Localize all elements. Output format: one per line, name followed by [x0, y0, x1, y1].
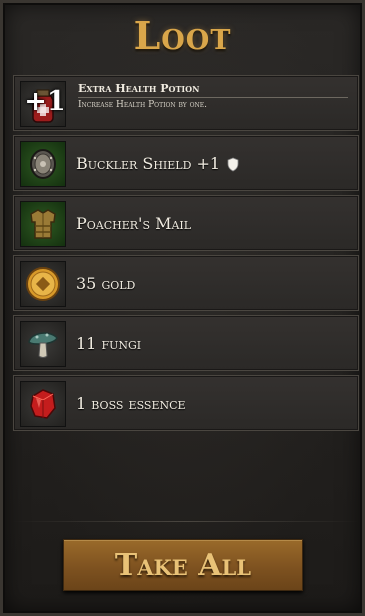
take-all-button[interactable]: Take All: [63, 539, 303, 591]
footer-divider: [13, 521, 359, 522]
poachers-mail-label: Poacher's Mail: [76, 214, 192, 233]
shield-icon: [227, 157, 239, 172]
fungi-label: 11 fungi: [76, 334, 142, 353]
perk-badge: +1: [24, 86, 66, 117]
perk-name: Extra Health Potion: [78, 82, 200, 95]
perk-description: Increase Health Potion by one.: [78, 100, 208, 110]
loot-item-buckler-shield[interactable]: Buckler Shield +1: [13, 135, 359, 191]
perk-divider: [78, 97, 348, 98]
buckler-shield-icon: [20, 141, 66, 187]
buckler-shield-label: Buckler Shield +1: [76, 154, 221, 173]
loot-list: +1 Extra Health Potion Increase Health P…: [13, 75, 359, 435]
loot-item-extra-health-potion[interactable]: +1 Extra Health Potion Increase Health P…: [13, 75, 359, 131]
loot-panel: Loot +1 Extra Health Potion Increase Hea…: [0, 0, 365, 616]
loot-item-gold[interactable]: 35 gold: [13, 255, 359, 311]
red-crystal-icon: [20, 381, 66, 427]
boss-essence-label: 1 boss essence: [76, 394, 186, 413]
loot-item-boss-essence[interactable]: 1 boss essence: [13, 375, 359, 431]
loot-item-poachers-mail[interactable]: Poacher's Mail: [13, 195, 359, 251]
leather-armor-icon: [20, 201, 66, 247]
mushroom-icon: [20, 321, 66, 367]
gold-label: 35 gold: [76, 274, 136, 293]
loot-item-fungi[interactable]: 11 fungi: [13, 315, 359, 371]
gold-coin-icon: [20, 261, 66, 307]
loot-item-label: Buckler Shield +1: [76, 136, 239, 192]
panel-title: Loot: [133, 13, 232, 58]
